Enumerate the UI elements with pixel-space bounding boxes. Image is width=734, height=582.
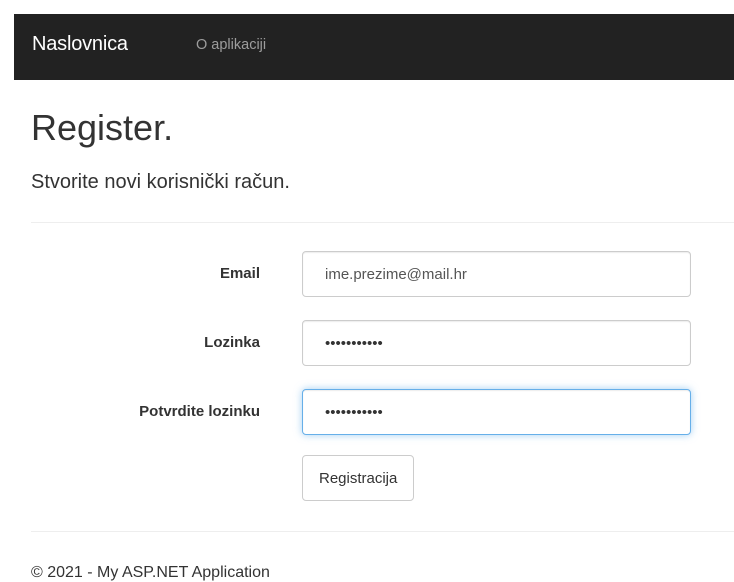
register-button[interactable]: Registracija: [302, 455, 415, 501]
password-label: Lozinka: [204, 334, 260, 351]
confirm-password-field[interactable]: [302, 389, 691, 435]
page-subtitle: Stvorite novi korisnički račun.: [31, 171, 290, 193]
divider-bottom: [31, 531, 734, 532]
divider-top: [31, 222, 734, 223]
password-field[interactable]: [302, 320, 691, 366]
footer-copyright: © 2021 - My ASP.NET Application: [31, 564, 270, 581]
email-field[interactable]: [302, 251, 691, 297]
confirm-password-label: Potvrdite lozinku: [139, 403, 260, 420]
page-title: Register.: [31, 107, 174, 148]
top-navbar: Naslovnica O aplikaciji: [14, 14, 734, 80]
brand-link[interactable]: Naslovnica: [32, 33, 128, 56]
email-label: Email: [219, 265, 260, 282]
nav-link-about[interactable]: O aplikaciji: [196, 37, 266, 53]
